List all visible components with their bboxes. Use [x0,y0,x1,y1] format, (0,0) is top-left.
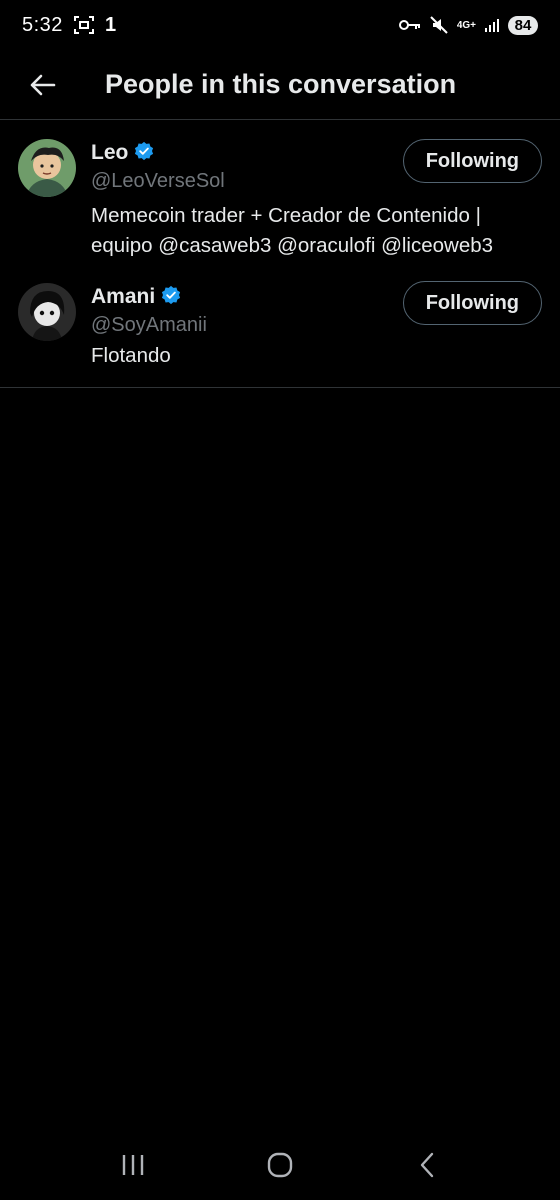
status-bar: 5:32 1 4G+ 84 [0,0,560,50]
network-type: 4G+ [456,19,476,31]
avatar[interactable] [18,139,76,197]
people-list: Leo @LeoVerseSol Memecoin trader + Cread… [0,121,560,388]
battery-level: 84 [508,15,538,35]
notification-count: 1 [104,13,117,36]
person-row[interactable]: Amani @SoyAmanii Flotando Following [0,277,560,387]
user-bio: Memecoin trader + Creador de Contenido |… [91,204,494,257]
screenshot-icon [73,15,95,35]
signal-icon [484,17,500,33]
following-button[interactable]: Following [402,139,542,183]
back-icon [420,1152,433,1178]
system-nav-bar [0,1130,560,1200]
following-button[interactable]: Following [402,281,542,325]
person-row[interactable]: Leo @LeoVerseSol Memecoin trader + Cread… [0,121,560,277]
status-right: 4G+ 84 [398,15,538,35]
user-bio: Flotando [91,344,171,367]
page-title: People in this conversation [105,69,457,99]
page-header: People in this conversation [0,50,560,120]
system-back-button[interactable] [397,1135,457,1195]
recent-apps-button[interactable] [103,1135,163,1195]
verified-badge-icon [161,285,181,310]
display-name[interactable]: Amani [91,285,155,309]
display-name[interactable]: Leo [91,141,128,165]
key-icon [398,18,421,32]
back-button[interactable] [12,55,72,115]
avatar[interactable] [18,283,76,341]
verified-badge-icon [134,141,154,166]
status-left: 5:32 1 [22,14,116,37]
home-icon [267,1152,293,1178]
arrow-left-icon [30,74,56,95]
status-time: 5:32 [22,13,63,36]
home-button[interactable] [250,1135,310,1195]
recent-apps-icon [123,1155,144,1175]
mute-icon [429,15,449,35]
